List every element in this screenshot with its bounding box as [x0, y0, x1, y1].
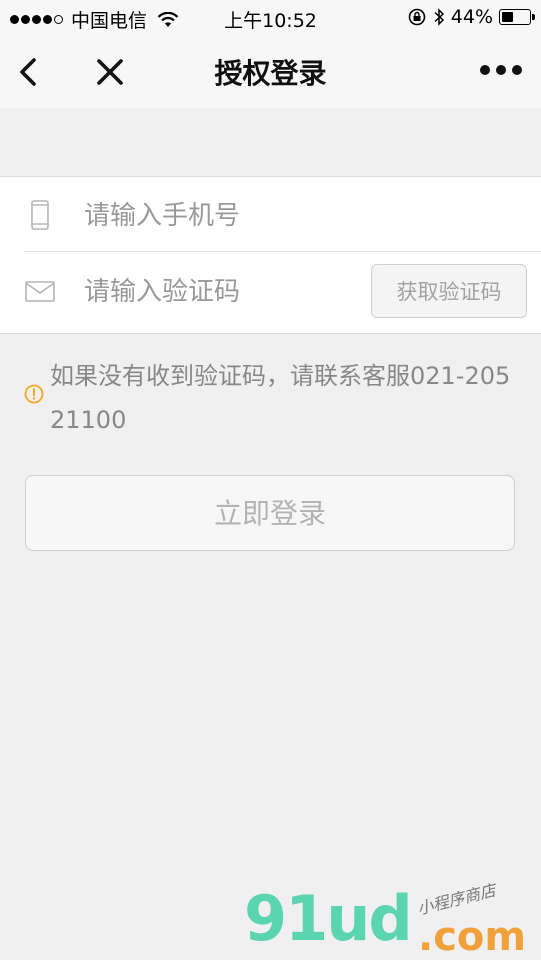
battery-level — [502, 12, 513, 22]
verification-code-input[interactable] — [82, 271, 356, 313]
phone-row — [0, 177, 541, 253]
battery-percent: 44% — [450, 6, 493, 28]
watermark-logo: 91ud 小程序商店 .com — [240, 880, 540, 960]
login-form: 获取验证码 — [0, 176, 541, 334]
login-button[interactable]: 立即登录 — [25, 475, 515, 551]
warning-icon — [24, 384, 44, 404]
notice-text: 如果没有收到验证码，请联系客服021-20521100 — [50, 362, 511, 434]
watermark-tagline: 小程序商店 — [415, 880, 498, 919]
navigation-bar: 授权登录 — [0, 36, 541, 108]
watermark-domain: .com — [418, 914, 527, 960]
row-divider — [24, 251, 541, 252]
orientation-lock-icon — [408, 8, 426, 26]
get-code-button[interactable]: 获取验证码 — [371, 264, 527, 318]
battery-icon — [499, 9, 535, 25]
more-options-icon[interactable] — [479, 62, 523, 78]
status-right-group: 44% — [407, 6, 535, 28]
status-bar: 中国电信 上午10:52 44% — [0, 0, 541, 36]
page-title: 授权登录 — [214, 57, 327, 90]
phone-input[interactable] — [82, 195, 506, 237]
mail-icon — [25, 281, 55, 302]
bluetooth-icon — [434, 8, 444, 26]
code-row: 获取验证码 — [0, 253, 541, 329]
phone-icon — [31, 200, 49, 230]
watermark-logo-text: 91ud — [244, 882, 413, 955]
